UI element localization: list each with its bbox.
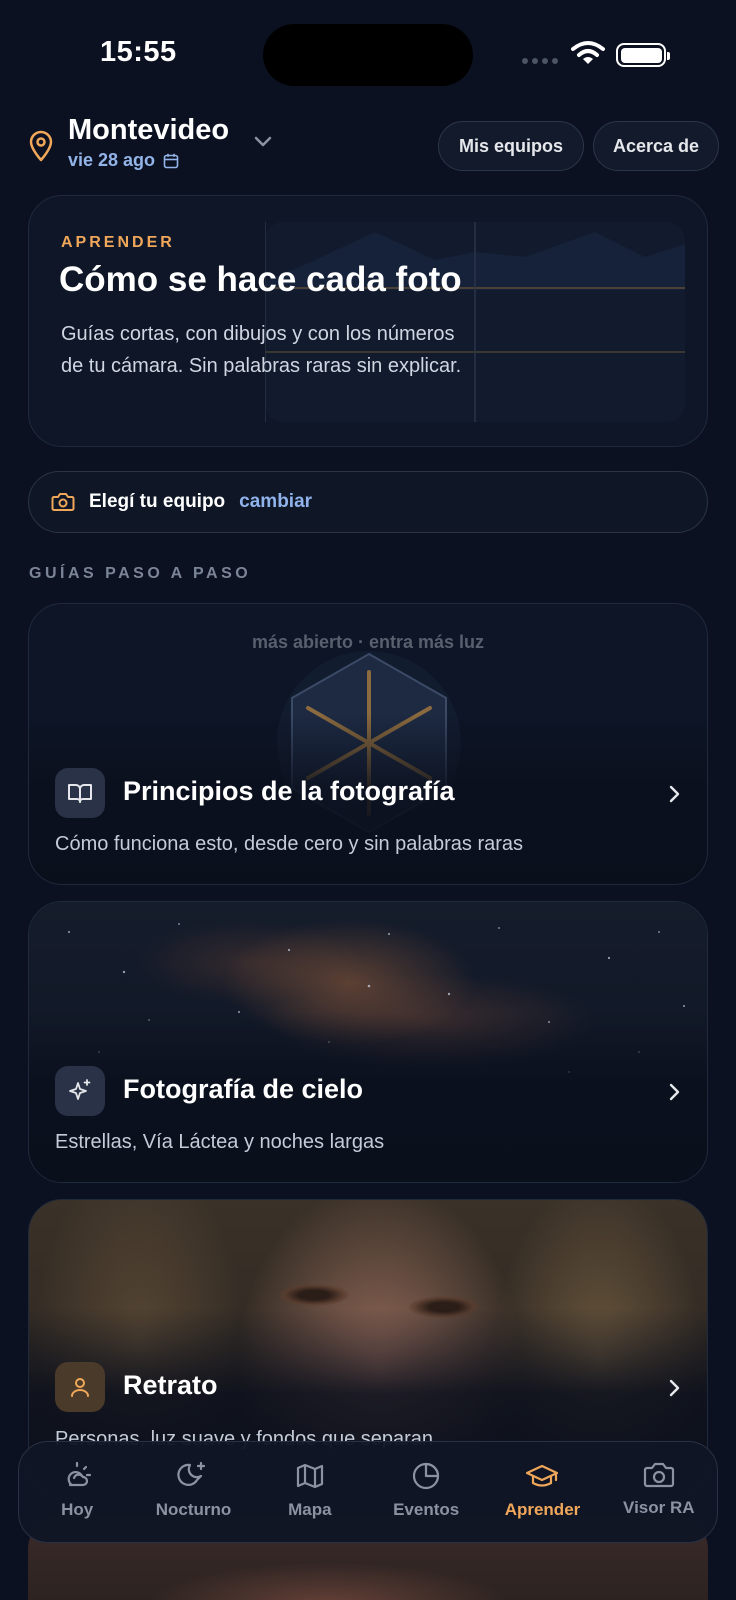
date-picker[interactable]: vie 28 ago [68, 150, 179, 171]
guide-description: Estrellas, Vía Láctea y noches largas [55, 1131, 385, 1153]
about-button[interactable]: Acerca de [593, 121, 719, 171]
tab-label: Nocturno [155, 1500, 232, 1519]
book-open-icon [68, 784, 92, 803]
battery-icon [616, 43, 670, 67]
calendar-icon [163, 153, 179, 168]
my-equipment-button[interactable]: Mis equipos [438, 121, 584, 171]
hero-title: Cómo se hace cada foto [59, 260, 462, 299]
tab-label: Hoy [61, 1500, 94, 1519]
guide-card-principios[interactable]: más abierto · entra más luz Principios d… [28, 603, 708, 885]
user-icon [71, 1378, 89, 1397]
guide-card-cielo[interactable]: Fotografía de cielo Estrellas, Vía Lácte… [28, 901, 708, 1183]
dynamic-island [263, 24, 473, 86]
change-equipment-link[interactable]: cambiar [239, 491, 312, 513]
guide-description: Cómo funciona esto, desde cero y sin pal… [55, 833, 524, 855]
tab-visor-ra[interactable]: Visor RA [601, 1442, 717, 1542]
graduation-cap-icon [526, 1464, 559, 1487]
moon-stars-icon [177, 1461, 206, 1486]
tab-label: Aprender [504, 1500, 581, 1519]
chevron-right-icon [669, 785, 680, 803]
equipment-label: Elegí tu equipo [89, 491, 226, 512]
sun-cloud-icon [67, 1461, 92, 1487]
guide-title: Principios de la fotografía [123, 776, 455, 806]
chevron-right-icon [669, 1083, 680, 1101]
section-title: GUÍAS PASO A PASO [29, 565, 252, 582]
tab-nocturno[interactable]: Nocturno [135, 1442, 251, 1542]
guide-title: Retrato [123, 1370, 218, 1400]
chevron-down-icon[interactable] [253, 135, 273, 149]
tab-label: Mapa [288, 1500, 332, 1519]
learn-hero-card: APRENDER Cómo se hace cada foto Guías co… [28, 195, 708, 447]
tab-eventos[interactable]: Eventos [368, 1442, 484, 1542]
tab-label: Eventos [393, 1500, 460, 1519]
camera-icon [643, 1462, 674, 1488]
sparkles-icon-box [55, 1066, 105, 1116]
location-pin-icon [29, 130, 53, 162]
camera-icon [51, 493, 75, 511]
tab-label: Visor RA [623, 1498, 695, 1517]
status-bar: 15:55 [0, 0, 736, 100]
guide-title: Fotografía de cielo [123, 1074, 364, 1104]
pie-clock-icon [413, 1462, 440, 1490]
date-label: vie 28 ago [68, 150, 156, 170]
choose-equipment-bar[interactable]: Elegí tu equipo cambiar [28, 471, 708, 533]
map-icon [296, 1463, 323, 1489]
tab-hoy[interactable]: Hoy [19, 1442, 135, 1542]
chevron-right-icon [669, 1379, 680, 1397]
hero-kicker: APRENDER [61, 234, 175, 251]
user-icon-box [55, 1362, 105, 1412]
sparkles-icon [69, 1079, 91, 1100]
tab-aprender[interactable]: Aprender [484, 1442, 600, 1542]
portrait-eye-left [279, 1284, 349, 1306]
tab-mapa[interactable]: Mapa [252, 1442, 368, 1542]
hero-description: Guías cortas, con dibujos y con los núme… [61, 323, 462, 377]
wifi-icon [571, 41, 605, 64]
city-name[interactable]: Montevideo [68, 114, 229, 147]
cellular-signal-icon [522, 58, 558, 64]
tab-bar: Hoy Nocturno Mapa Eventos Aprender Visor… [18, 1441, 718, 1543]
book-icon-box [55, 768, 105, 818]
status-time: 15:55 [100, 36, 177, 68]
